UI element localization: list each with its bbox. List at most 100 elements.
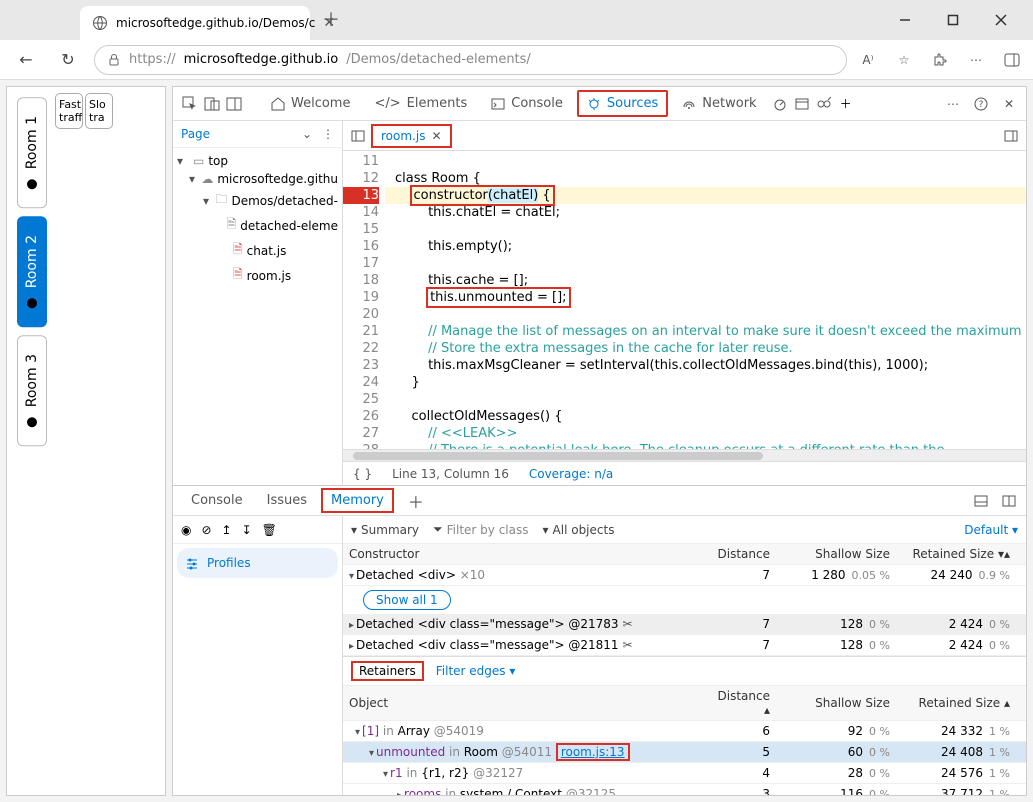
cloud-icon: ☁ [201,172,213,186]
tree-file[interactable]: room.js [247,269,291,283]
url-host: microsoftedge.github.io [184,52,339,67]
navigator-page-tab[interactable]: Page [181,127,210,141]
performance-icon[interactable] [771,95,789,113]
detached-icon[interactable] [815,95,833,113]
braces-icon[interactable]: { } [353,467,372,481]
tree-folder[interactable]: Demos/detached- [231,194,338,208]
retainer-row[interactable]: [1] in Array @540196920 %24 3321 % [343,721,1026,742]
file-icon: 🗎 [233,265,243,286]
retainer-row[interactable]: rooms in system / Context @3212531160 %3… [343,784,1026,795]
devtools-toolbar: Welcome </>Elements Console Sources Netw… [173,87,1026,121]
tab-network[interactable]: Network [672,90,766,117]
status-dot-icon [27,298,37,308]
scissors-icon: ✂ [623,638,633,652]
close-devtools-icon[interactable]: ✕ [1000,95,1018,113]
show-all-button[interactable]: Show all 1 [363,590,451,610]
refresh-button[interactable]: ↻ [52,44,84,76]
export-icon[interactable]: ↥ [222,523,232,537]
add-tab-icon[interactable]: ＋ [837,95,855,113]
window-maximize-button[interactable] [939,6,967,34]
tab-label: Console [511,96,563,111]
settings-icon [185,556,199,570]
window-titlebar: microsoftedge.github.io/Demos/c ✕ ＋ [0,0,1033,40]
profiles-item[interactable]: Profiles [177,548,338,578]
url-field[interactable]: https://microsoftedge.github.io/Demos/de… [94,45,847,75]
scissors-icon: ✂ [623,617,633,631]
toggle-debug-icon[interactable] [1002,127,1020,145]
tab-welcome[interactable]: Welcome [261,90,360,117]
editor-scrollbar[interactable] [343,449,1026,461]
browser-tab[interactable]: microsoftedge.github.io/Demos/c ✕ [80,6,310,40]
help-icon[interactable]: ? [972,95,990,113]
tree-origin[interactable]: microsoftedge.githu [217,172,338,186]
more-icon[interactable]: ⋮ [322,127,334,141]
window-minimize-button[interactable] [891,6,919,34]
room-tab-3[interactable]: Room 3 [17,335,47,446]
status-dot-icon [27,418,37,428]
room-label: Room 1 [24,116,40,169]
clear-icon[interactable]: ⊘ [201,523,211,537]
editor-tab-roomjs[interactable]: room.js ✕ [371,124,452,148]
tab-console[interactable]: Console [481,90,573,117]
toggle-nav-icon[interactable] [349,127,367,145]
object-header[interactable]: Object Distance ▴ Shallow Size Retained … [343,686,1026,721]
url-prefix: https:// [129,52,176,67]
tree-file[interactable]: chat.js [247,244,287,258]
device-icon[interactable] [203,95,221,113]
default-dropdown[interactable]: Default ▾ [964,523,1018,537]
chevron-down-icon[interactable]: ⌄ [302,127,312,141]
import-icon[interactable]: ↧ [242,523,252,537]
record-icon[interactable]: ◉ [181,523,191,537]
tab-label: Network [702,96,756,111]
room-label: Room 3 [24,354,40,407]
tab-label: Welcome [291,96,350,111]
drawer-add-tab[interactable]: ＋ [398,484,434,518]
retainer-row[interactable]: r1 in {r1, r2} @321274280 %24 5761 % [343,763,1026,784]
room-tab-1[interactable]: Room 1 [17,97,47,208]
drawer-dock-icon[interactable] [972,492,990,510]
filter-edges-dropdown[interactable]: Filter edges ▾ [436,664,516,678]
all-objects-dropdown[interactable]: ▾All objects [543,523,615,537]
inspect-icon[interactable] [181,95,199,113]
constructor-row[interactable]: Detached <div class="message"> @21811✂71… [343,635,1026,656]
retainer-row[interactable]: unmounted in Room @54011 room.js:135600 … [343,742,1026,763]
slow-traffic-button[interactable]: Slo tra [85,93,113,129]
tab-sources[interactable]: Sources [577,90,668,117]
source-link[interactable]: room.js:13 [556,743,630,761]
new-tab-button[interactable]: ＋ [310,0,352,40]
filter-input[interactable]: ⏷Filter by class [433,522,528,537]
summary-dropdown[interactable]: ▾Summary [351,523,419,537]
window-close-button[interactable] [987,6,1015,34]
room-tab-2[interactable]: Room 2 [17,216,47,327]
tree-top[interactable]: top [208,154,228,168]
code-editor[interactable]: 111213141516171819202122232425262728 cla… [343,151,1026,449]
status-dot-icon [27,179,37,189]
dock-icon[interactable] [225,95,243,113]
drawer-tab-console[interactable]: Console [181,488,253,513]
extensions-icon[interactable] [929,49,951,71]
coverage-status[interactable]: Coverage: n/a [529,467,613,481]
constructor-row[interactable]: Detached <div> ×1071 2800.05 %24 2400.9 … [343,565,1026,586]
gc-icon[interactable]: 🗑 [262,523,277,537]
tab-label: Sources [607,96,658,111]
back-button[interactable]: ← [10,44,42,76]
constructor-row[interactable]: Detached <div class="message"> @21783✂71… [343,614,1026,635]
tab-elements[interactable]: </>Elements [364,90,477,117]
read-aloud-icon[interactable]: A⁾ [857,49,879,71]
drawer-tab-memory[interactable]: Memory [321,488,394,513]
fast-traffic-button[interactable]: Fast traffic [55,93,83,129]
tree-file[interactable]: detached-eleme [240,219,338,233]
drawer-expand-icon[interactable] [1000,492,1018,510]
sidebar-icon[interactable] [1001,49,1023,71]
file-tree[interactable]: ▾▭top ▾☁microsoftedge.githu ▾🗀Demos/deta… [173,148,342,485]
editor-panel: room.js ✕ 111213141516171819202122232425… [343,121,1026,485]
menu-icon[interactable]: ⋯ [965,49,987,71]
retainers-label: Retainers [351,661,424,681]
application-icon[interactable] [793,95,811,113]
drawer-tab-issues[interactable]: Issues [257,488,317,513]
favorite-icon[interactable]: ☆ [893,49,915,71]
lock-icon [107,53,121,67]
more-tools-icon[interactable]: ⋯ [944,95,962,113]
close-tab-icon[interactable]: ✕ [431,129,441,143]
constructor-header[interactable]: Constructor Distance Shallow Size Retain… [343,544,1026,565]
